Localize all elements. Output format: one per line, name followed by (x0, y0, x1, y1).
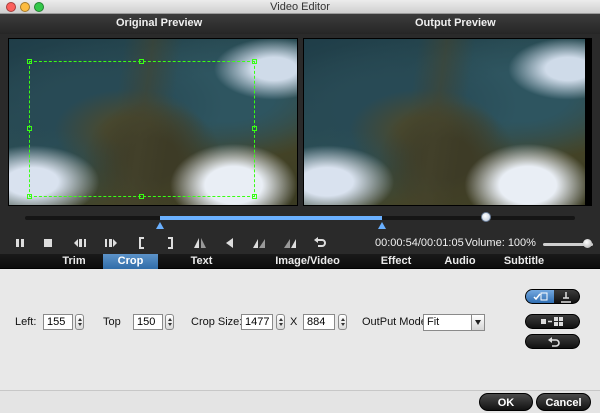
dialog-footer: OK Cancel (0, 390, 600, 413)
output-video-frame (304, 39, 591, 205)
tab-text-watermark[interactable]: Text Watermark (164, 254, 239, 282)
crop-height-stepper[interactable] (338, 314, 347, 330)
tab-crop[interactable]: Crop (103, 254, 158, 269)
left-input[interactable] (43, 314, 73, 330)
output-mode-label: OutPut Mode (362, 316, 427, 328)
trim-end-marker[interactable] (378, 222, 386, 229)
window-title: Video Editor (270, 1, 330, 13)
aspect-lock-segment[interactable] (526, 290, 554, 303)
top-label: Top (103, 316, 121, 328)
rotate-right-icon[interactable] (282, 236, 298, 250)
crop-handle-right[interactable] (252, 126, 257, 131)
volume-label: Volume: 100% (465, 237, 536, 249)
crop-height-input[interactable] (303, 314, 335, 330)
tab-image-video-watermark[interactable]: Image/Video Watermark (250, 254, 365, 282)
flip-vertical-icon[interactable] (251, 236, 267, 250)
flip-horizontal-icon[interactable] (192, 236, 208, 250)
tab-trim[interactable]: Trim (52, 254, 96, 269)
chevron-down-icon (471, 315, 484, 330)
top-stepper[interactable] (165, 314, 174, 330)
output-mode-select[interactable]: Fit (423, 314, 485, 331)
time-display: 00:00:54/00:01:05 (375, 237, 464, 249)
crop-reset-button[interactable] (525, 334, 580, 349)
rotate-left-icon[interactable] (222, 236, 238, 250)
window-titlebar: Video Editor (0, 0, 600, 14)
close-window-icon[interactable] (6, 2, 16, 12)
output-preview-label: Output Preview (415, 17, 496, 29)
tab-audio-editor[interactable]: Audio Editor (428, 254, 492, 282)
volume-knob[interactable] (583, 239, 592, 248)
crop-handle-top[interactable] (139, 59, 144, 64)
trim-selection (160, 216, 382, 220)
left-label: Left: (15, 316, 37, 328)
reset-icon[interactable] (312, 236, 328, 250)
tab-effect[interactable]: Effect (376, 254, 416, 269)
crop-handle-bottom-right[interactable] (252, 194, 257, 199)
crop-center-button[interactable] (525, 314, 580, 329)
left-stepper[interactable] (75, 314, 84, 330)
crop-handle-left[interactable] (27, 126, 32, 131)
crop-handle-bottom[interactable] (139, 194, 144, 199)
crop-width-input[interactable] (241, 314, 273, 330)
original-preview-label: Original Preview (116, 17, 203, 29)
crop-rectangle[interactable] (27, 59, 257, 199)
crop-width-stepper[interactable] (276, 314, 285, 330)
crop-size-separator: X (290, 316, 298, 328)
preview-header: Original Preview Output Preview (0, 14, 600, 34)
trim-start-marker[interactable] (156, 222, 164, 229)
output-preview (303, 38, 592, 206)
crop-handle-top-left[interactable] (27, 59, 32, 64)
mark-in-icon[interactable] (134, 236, 150, 250)
aspect-free-icon (561, 292, 571, 303)
prev-frame-icon[interactable] (72, 236, 88, 250)
undo-icon (548, 337, 560, 347)
crop-panel: Left: Top Crop Size: X OutPut Mode Fit (0, 269, 600, 390)
ok-button[interactable]: OK (479, 393, 533, 411)
output-mode-value: Fit (427, 316, 440, 328)
stop-icon[interactable] (40, 236, 56, 250)
maximize-window-icon[interactable] (34, 2, 44, 12)
editor-tabs: Trim Crop Text Watermark Image/Video Wat… (0, 254, 600, 282)
cancel-button[interactable]: Cancel (536, 393, 591, 411)
letterbox-bar (585, 39, 591, 205)
original-preview[interactable] (8, 38, 298, 206)
tab-subtitle[interactable]: Subtitle (503, 254, 545, 269)
center-crop-icon (541, 317, 563, 326)
playback-controls: 00:00:54/00:01:05 Volume: 100% (0, 234, 600, 254)
mark-out-icon[interactable] (162, 236, 178, 250)
minimize-window-icon[interactable] (20, 2, 30, 12)
volume-value: 100% (507, 237, 536, 249)
playhead-knob[interactable] (481, 212, 491, 222)
top-input[interactable] (133, 314, 163, 330)
crop-handle-top-right[interactable] (252, 59, 257, 64)
timeline (0, 210, 600, 234)
crop-size-label: Crop Size: (191, 316, 243, 328)
aspect-toggle[interactable] (525, 289, 580, 304)
next-frame-icon[interactable] (103, 236, 119, 250)
crop-handle-bottom-left[interactable] (27, 194, 32, 199)
pause-icon[interactable] (12, 236, 28, 250)
